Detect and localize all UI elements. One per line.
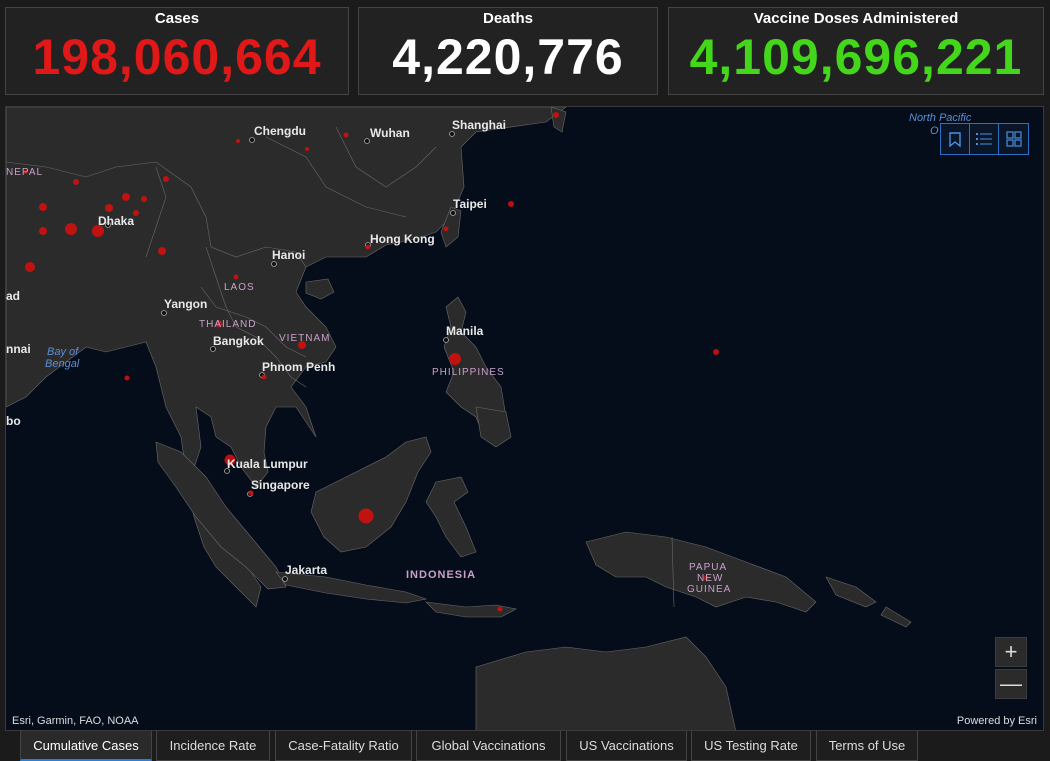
case-marker <box>158 247 166 255</box>
country-label-guinea: GUINEA <box>687 584 731 595</box>
case-marker <box>261 374 267 380</box>
city-label-phnom-penh: Phnom Penh <box>262 360 335 374</box>
edge-label-bo: bo <box>6 414 21 428</box>
country-label-papua: PAPUA <box>689 562 727 573</box>
case-marker <box>39 203 47 211</box>
city-label-yangon: Yangon <box>164 297 207 311</box>
powered-by-esri[interactable]: Powered by Esri <box>957 715 1037 727</box>
case-marker <box>65 223 77 235</box>
city-label-jakarta: Jakarta <box>285 563 327 577</box>
country-label-vietnam: VIETNAM <box>279 333 330 344</box>
city-dot-manila <box>443 337 449 343</box>
land-lesser-sunda <box>425 601 517 618</box>
map-canvas[interactable]: Chengdu Wuhan Shanghai Dhaka Taipei Hong… <box>6 107 1044 731</box>
city-label-hanoi: Hanoi <box>272 248 305 262</box>
vaccine-doses-title: Vaccine Doses Administered <box>753 10 959 27</box>
case-marker <box>305 147 309 151</box>
edge-label-nnai: nnai <box>6 342 31 356</box>
vaccine-doses-panel: Vaccine Doses Administered 4,109,696,221 <box>668 7 1044 95</box>
case-marker <box>508 201 514 207</box>
case-marker <box>39 227 47 235</box>
city-label-wuhan: Wuhan <box>370 126 410 140</box>
view-tabs: Cumulative Cases Incidence Rate Case-Fat… <box>0 731 1050 761</box>
country-label-nepal: NEPAL <box>6 167 43 178</box>
deaths-panel: Deaths 4,220,776 <box>358 7 658 95</box>
sea-label-bengal: Bengal <box>45 358 80 370</box>
case-marker <box>105 204 113 212</box>
city-dot-shanghai <box>449 131 455 137</box>
land-mindanao <box>475 406 512 448</box>
case-marker <box>141 196 147 202</box>
case-marker <box>236 139 240 143</box>
case-marker <box>553 112 559 118</box>
case-marker <box>343 132 349 138</box>
case-marker <box>358 508 374 524</box>
deaths-value: 4,220,776 <box>392 29 624 85</box>
case-marker <box>443 226 449 232</box>
country-label-thailand: THAILAND <box>199 319 256 330</box>
country-label-new: NEW <box>697 573 723 584</box>
city-label-hong-kong: Hong Kong <box>370 232 435 246</box>
city-dot-jakarta <box>282 576 288 582</box>
city-label-taipei: Taipei <box>453 197 487 211</box>
case-marker <box>233 274 239 280</box>
land-sulawesi <box>425 476 477 558</box>
city-dot-wuhan <box>364 138 370 144</box>
land-borneo <box>310 436 432 553</box>
map-view[interactable]: Chengdu Wuhan Shanghai Dhaka Taipei Hong… <box>5 106 1044 731</box>
map-attribution[interactable]: Esri, Garmin, FAO, NOAA <box>12 715 139 727</box>
land-australia <box>475 636 736 730</box>
city-dot-chengdu <box>249 137 255 143</box>
zoom-in-button[interactable]: + <box>995 637 1027 667</box>
tab-cumulative-cases[interactable]: Cumulative Cases <box>20 731 152 761</box>
city-label-chengdu: Chengdu <box>254 124 306 138</box>
vaccine-doses-value: 4,109,696,221 <box>689 29 1023 85</box>
land-hainan <box>305 278 335 300</box>
case-marker <box>163 176 169 182</box>
city-dot-hanoi <box>271 261 277 267</box>
city-label-manila: Manila <box>446 324 484 338</box>
tab-terms-of-use[interactable]: Terms of Use <box>816 731 918 761</box>
sea-label-bay-of: Bay of <box>47 346 79 358</box>
basemap-gallery-icon[interactable] <box>999 124 1028 154</box>
map-toolbar <box>940 123 1029 155</box>
bookmark-icon[interactable] <box>941 124 970 154</box>
city-label-singapore: Singapore <box>251 478 310 492</box>
tab-us-testing-rate[interactable]: US Testing Rate <box>691 731 811 761</box>
city-label-bangkok: Bangkok <box>213 334 264 348</box>
zoom-out-button[interactable]: — <box>995 669 1027 699</box>
tab-case-fatality-ratio[interactable]: Case-Fatality Ratio <box>275 731 412 761</box>
case-marker <box>73 179 79 185</box>
country-label-philippines: PHILIPPINES <box>432 367 505 378</box>
country-label-laos: LAOS <box>224 282 255 293</box>
deaths-title: Deaths <box>482 10 534 27</box>
city-dot-yangon <box>161 310 167 316</box>
edge-label-ad: ad <box>6 289 20 303</box>
country-label-indonesia: INDONESIA <box>406 569 476 581</box>
cases-panel: Cases 198,060,664 <box>5 7 349 95</box>
land-mainland-asia <box>6 107 567 608</box>
case-marker <box>25 262 35 272</box>
cases-title: Cases <box>154 10 200 27</box>
case-marker <box>497 606 503 612</box>
city-dot-taipei <box>450 210 456 216</box>
tab-incidence-rate[interactable]: Incidence Rate <box>156 731 270 761</box>
cases-value: 198,060,664 <box>32 29 322 85</box>
city-label-dhaka: Dhaka <box>98 214 134 228</box>
sea-label-ocean-clip: O <box>930 125 939 137</box>
case-marker <box>713 349 719 355</box>
case-marker <box>449 353 461 365</box>
case-marker <box>124 375 130 381</box>
city-label-shanghai: Shanghai <box>452 118 506 132</box>
tab-us-vaccinations[interactable]: US Vaccinations <box>566 731 687 761</box>
tab-global-vaccinations[interactable]: Global Vaccinations <box>416 731 561 761</box>
case-marker <box>122 193 130 201</box>
city-label-kuala-lumpur: Kuala Lumpur <box>227 457 308 471</box>
legend-icon[interactable] <box>970 124 999 154</box>
